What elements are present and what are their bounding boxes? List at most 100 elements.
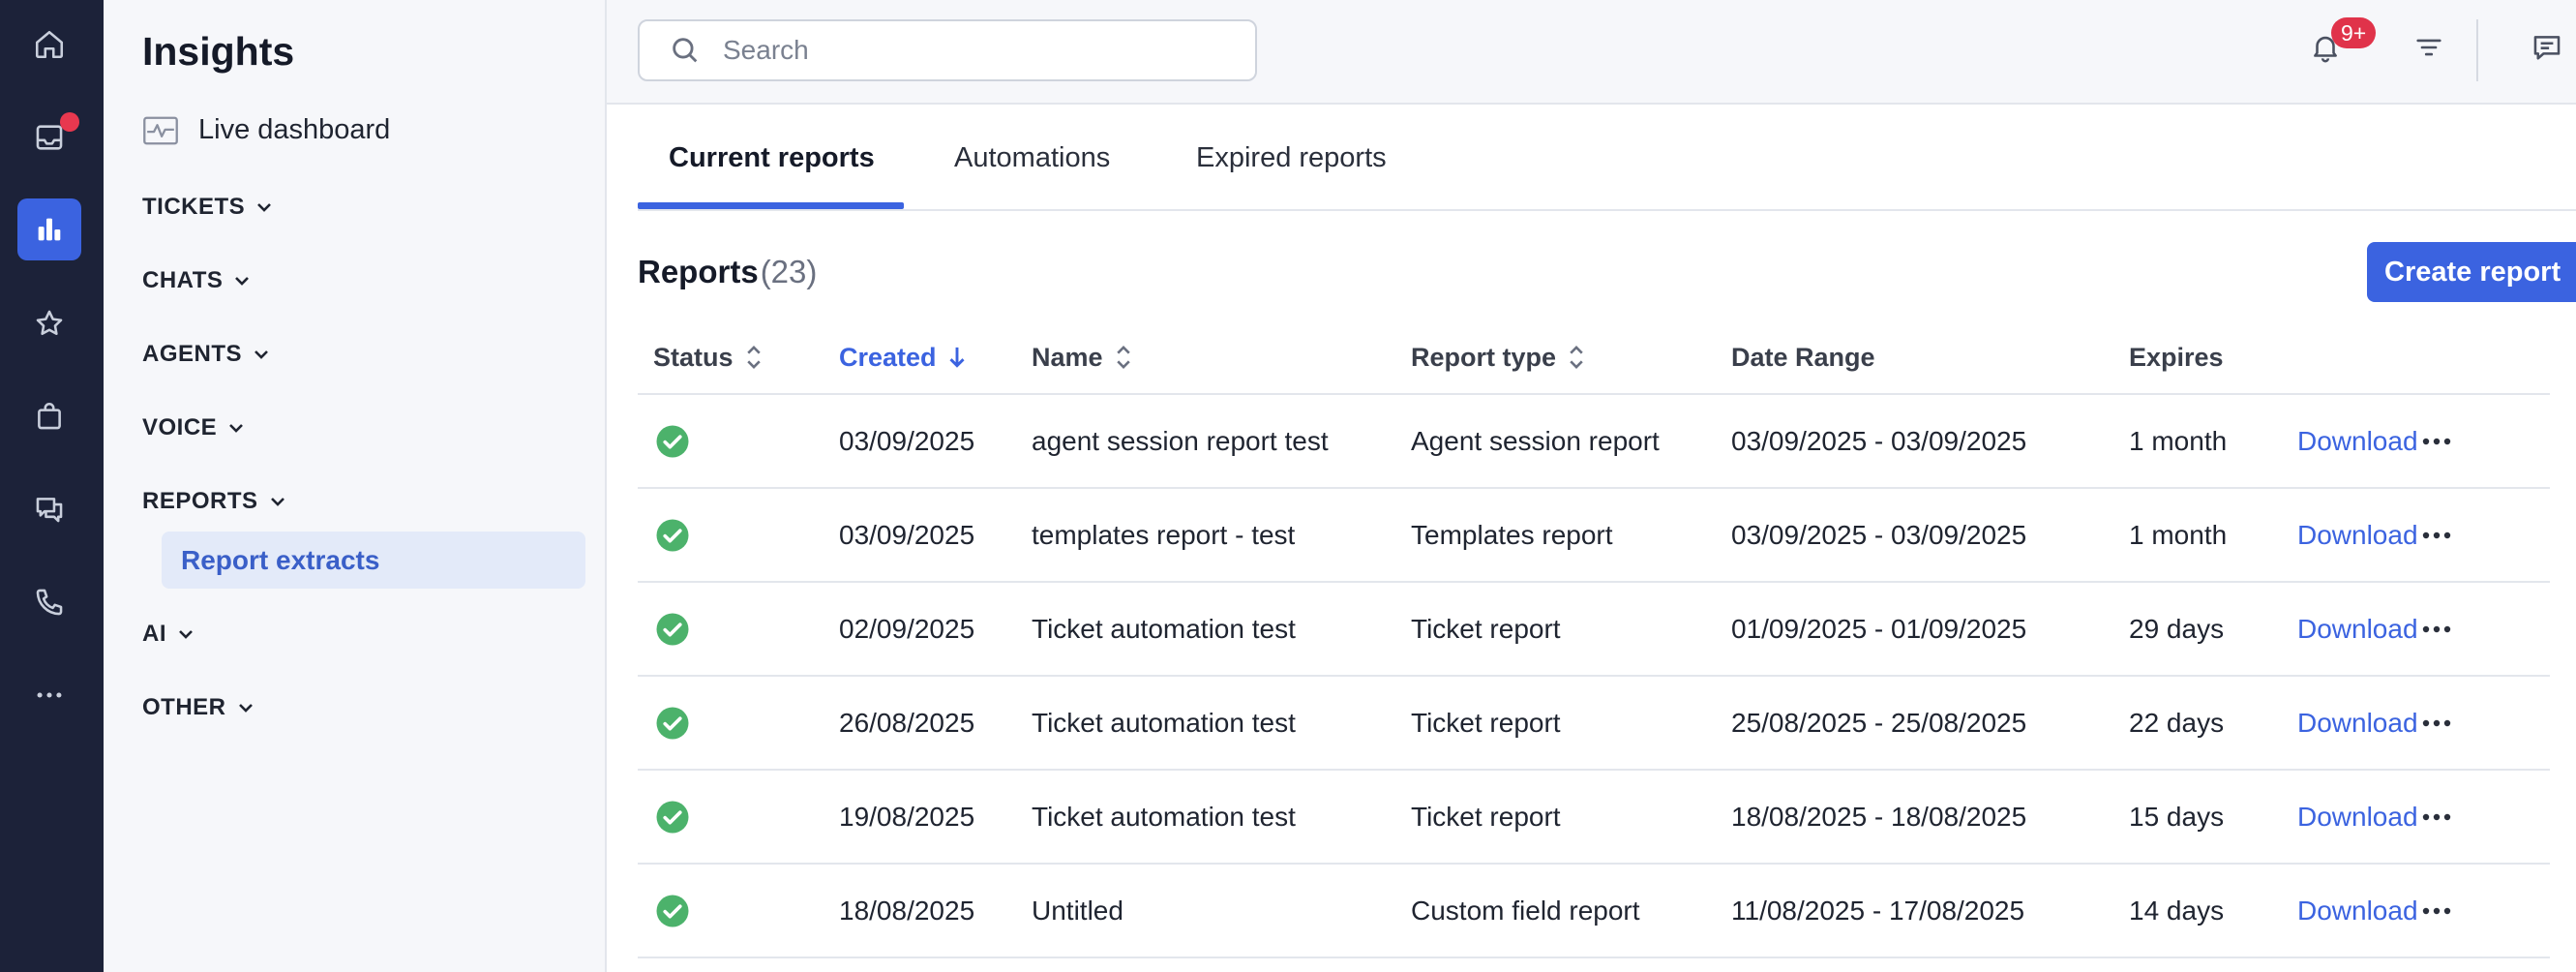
column-header-created[interactable]: Created — [839, 329, 968, 385]
header-label: Report type — [1411, 342, 1557, 372]
expires-cell: 22 days — [2129, 707, 2225, 738]
sidebar-item-report-extracts[interactable]: Report extracts — [162, 532, 585, 589]
expires-cell: 15 days — [2129, 801, 2225, 832]
created-cell: 03/09/2025 — [839, 425, 975, 456]
more-actions-icon[interactable] — [2420, 395, 2453, 487]
chevron-down-icon — [270, 498, 285, 506]
bar-chart-icon[interactable] — [17, 198, 81, 260]
section-label: VOICE — [142, 414, 218, 440]
chevron-down-icon — [238, 704, 253, 713]
date-range-cell: 18/08/2025 - 18/08/2025 — [1731, 801, 2027, 832]
more-actions-icon[interactable] — [2420, 677, 2453, 769]
sidebar-item-live-dashboard[interactable]: Live dashboard — [142, 114, 390, 146]
report-type-cell: Custom field report — [1411, 895, 1640, 926]
inbox-icon[interactable] — [17, 106, 81, 168]
divider — [2476, 19, 2478, 81]
sort-icon — [1570, 346, 1583, 369]
column-header-status[interactable]: Status — [653, 329, 764, 385]
arrow-down-icon — [949, 347, 965, 368]
status-complete-icon — [655, 395, 690, 487]
sidebar-section-ai[interactable]: AI — [142, 621, 195, 648]
name-cell: Ticket automation test — [1032, 613, 1296, 644]
chevron-down-icon — [255, 350, 268, 359]
reports-heading: Reports (23) — [638, 254, 817, 290]
download-link[interactable]: Download — [2297, 395, 2418, 487]
tab-automations[interactable]: Automations — [954, 105, 1110, 211]
top-bar: 9+ — [607, 0, 2576, 105]
insights-sidebar: Insights Live dashboard TICKETS CHATS AG… — [104, 0, 607, 972]
sidebar-section-chats[interactable]: CHATS — [142, 267, 252, 294]
chevron-down-icon — [229, 424, 244, 433]
created-cell: 26/08/2025 — [839, 707, 975, 738]
header-label: Status — [653, 342, 734, 372]
status-complete-icon — [655, 771, 690, 863]
download-link[interactable]: Download — [2297, 489, 2418, 581]
section-label: CHATS — [142, 267, 224, 293]
table-row: 18/08/2025 Untitled Custom field report … — [638, 865, 2550, 958]
sidebar-section-tickets[interactable]: TICKETS — [142, 194, 274, 221]
section-label: REPORTS — [142, 488, 258, 514]
more-actions-icon[interactable] — [2420, 583, 2453, 675]
sidebar-title: Insights — [142, 29, 295, 74]
download-link[interactable]: Download — [2297, 583, 2418, 675]
shopping-bag-icon[interactable] — [17, 385, 81, 447]
name-cell: Untitled — [1032, 895, 1123, 926]
header-label: Name — [1032, 342, 1103, 372]
more-actions-icon[interactable] — [2420, 771, 2453, 863]
date-range-cell: 03/09/2025 - 03/09/2025 — [1731, 519, 2027, 550]
status-complete-icon — [655, 865, 690, 957]
table-row: 19/08/2025 Ticket automation test Ticket… — [638, 771, 2550, 865]
sidebar-section-other[interactable]: OTHER — [142, 694, 255, 721]
search-box[interactable] — [638, 19, 1257, 81]
download-link[interactable]: Download — [2297, 771, 2418, 863]
column-header-name[interactable]: Name — [1032, 329, 1134, 385]
section-label: AGENTS — [142, 341, 243, 367]
notification-badge: 9+ — [2331, 17, 2377, 48]
status-complete-icon — [655, 677, 690, 769]
expires-cell: 1 month — [2129, 519, 2228, 550]
report-type-cell: Templates report — [1411, 519, 1613, 550]
more-actions-icon[interactable] — [2420, 865, 2453, 957]
created-cell: 03/09/2025 — [839, 519, 975, 550]
name-cell: Ticket automation test — [1032, 801, 1296, 832]
status-complete-icon — [655, 583, 690, 675]
star-icon[interactable] — [17, 292, 81, 354]
icon-rail — [0, 0, 104, 972]
sidebar-section-reports[interactable]: REPORTS — [142, 488, 287, 515]
date-range-cell: 11/08/2025 - 17/08/2025 — [1731, 895, 2025, 926]
status-complete-icon — [655, 489, 690, 581]
search-input[interactable] — [723, 35, 1245, 66]
sort-icon — [1116, 346, 1130, 369]
download-link[interactable]: Download — [2297, 677, 2418, 769]
table-row: 26/08/2025 Ticket automation test Ticket… — [638, 677, 2550, 771]
search-icon — [673, 38, 698, 63]
name-cell: agent session report test — [1032, 425, 1329, 456]
column-header-report-type[interactable]: Report type — [1411, 329, 1587, 385]
download-link[interactable]: Download — [2297, 865, 2418, 957]
tab-expired-reports[interactable]: Expired reports — [1196, 105, 1387, 211]
sort-icon — [746, 346, 761, 369]
more-horizontal-icon[interactable] — [17, 664, 81, 726]
message-icon[interactable] — [2525, 25, 2569, 70]
table-row: 02/09/2025 Ticket automation test Ticket… — [638, 583, 2550, 677]
more-actions-icon[interactable] — [2420, 489, 2453, 581]
pulse-monitor-icon — [143, 116, 178, 144]
table-header: Status Created Name Report type Date Ran… — [638, 329, 2550, 395]
reports-count: (23) — [760, 254, 818, 289]
create-report-button[interactable]: Create report — [2367, 242, 2576, 302]
sidebar-section-voice[interactable]: VOICE — [142, 414, 246, 441]
section-label: TICKETS — [142, 194, 246, 220]
home-icon[interactable] — [17, 14, 81, 76]
table-row: 03/09/2025 templates report - test Templ… — [638, 489, 2550, 583]
tab-current-reports[interactable]: Current reports — [669, 105, 875, 211]
header-label: Created — [839, 342, 937, 372]
filter-icon[interactable] — [2407, 25, 2451, 70]
column-header-expires: Expires — [2129, 342, 2224, 372]
phone-icon[interactable] — [17, 571, 81, 633]
report-type-cell: Ticket report — [1411, 707, 1561, 738]
chat-bubbles-icon[interactable] — [17, 478, 81, 540]
expires-cell: 1 month — [2129, 425, 2228, 456]
report-type-cell: Ticket report — [1411, 613, 1561, 644]
sidebar-section-agents[interactable]: AGENTS — [142, 341, 271, 368]
chevron-down-icon — [235, 277, 250, 286]
